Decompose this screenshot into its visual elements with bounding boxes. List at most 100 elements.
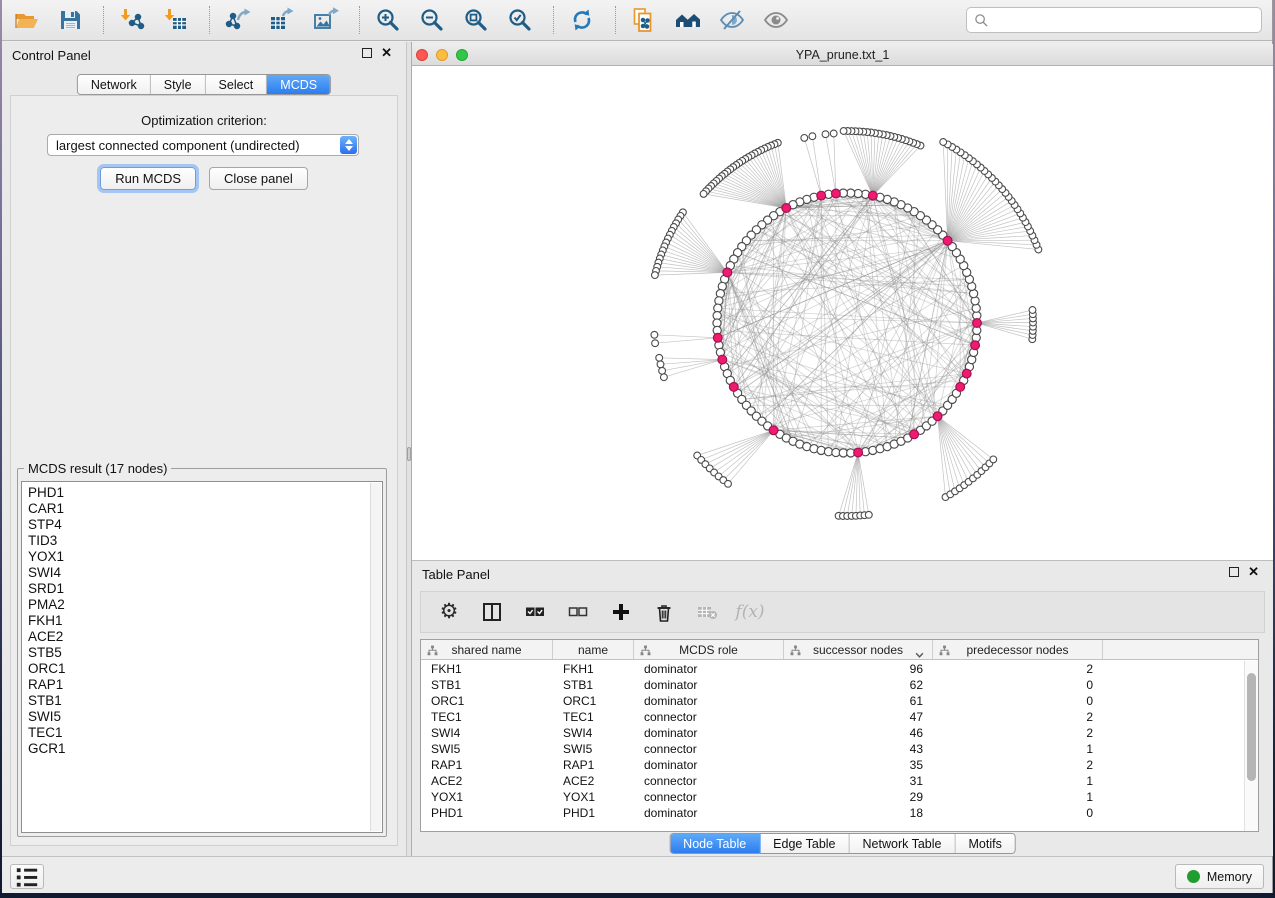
select-all-columns-icon[interactable]: [523, 600, 547, 624]
export-table-icon[interactable]: [268, 7, 295, 34]
table-cell: 2: [933, 661, 1103, 677]
hide-graphics-details-icon[interactable]: [718, 7, 745, 34]
float-table-panel-icon[interactable]: [1229, 567, 1239, 577]
table-row[interactable]: RAP1RAP1dominator352: [421, 757, 1244, 773]
mcds-result-item[interactable]: PMA2: [28, 597, 382, 613]
mcds-result-item[interactable]: STB1: [28, 693, 382, 709]
zoom-out-icon[interactable]: [418, 7, 445, 34]
column-header-shared-name[interactable]: shared name: [421, 640, 553, 659]
table-row[interactable]: STB1STB1dominator620: [421, 677, 1244, 693]
mcds-result-item[interactable]: YOX1: [28, 549, 382, 565]
split-panel-icon[interactable]: [480, 600, 504, 624]
table-panel-titlebar: Table Panel ✕: [412, 561, 1273, 587]
close-table-panel-icon[interactable]: ✕: [1248, 567, 1259, 577]
column-header-MCDS-role[interactable]: MCDS role: [634, 640, 784, 659]
mcds-result-item[interactable]: TEC1: [28, 725, 382, 741]
table-cell: 61: [784, 693, 933, 709]
table-cell: ORC1: [553, 693, 634, 709]
table-tab-edge-table[interactable]: Edge Table: [760, 834, 849, 853]
add-column-icon[interactable]: [609, 600, 633, 624]
table-scrollbar-thumb[interactable]: [1247, 673, 1256, 781]
tab-select[interactable]: Select: [206, 75, 268, 94]
table-row[interactable]: PHD1PHD1dominator180: [421, 805, 1244, 821]
import-table-icon[interactable]: [162, 7, 189, 34]
table-cell: PHD1: [553, 805, 634, 821]
mcds-result-item[interactable]: SWI4: [28, 565, 382, 581]
mcds-result-item[interactable]: STP4: [28, 517, 382, 533]
mcds-list-scrollbar[interactable]: [370, 483, 381, 831]
mcds-result-item[interactable]: ORC1: [28, 661, 382, 677]
table-row[interactable]: YOX1YOX1connector291: [421, 789, 1244, 805]
table-row[interactable]: TEC1TEC1connector472: [421, 709, 1244, 725]
table-cell: PHD1: [421, 805, 553, 821]
mcds-result-item[interactable]: SWI5: [28, 709, 382, 725]
table-cell: SWI4: [553, 725, 634, 741]
tab-style[interactable]: Style: [151, 75, 206, 94]
splitter-grip[interactable]: [407, 447, 411, 461]
table-cell: dominator: [634, 757, 784, 773]
table-cell: STB1: [421, 677, 553, 693]
table-settings-icon[interactable]: ⚙: [437, 600, 461, 624]
memory-button[interactable]: Memory: [1175, 864, 1264, 889]
mcds-result-item[interactable]: TID3: [28, 533, 382, 549]
export-image-icon[interactable]: [312, 7, 339, 34]
show-graphics-details-icon[interactable]: [762, 7, 789, 34]
copy-network-icon[interactable]: [630, 7, 657, 34]
task-history-button[interactable]: [10, 864, 44, 889]
mcds-result-item[interactable]: PHD1: [28, 485, 382, 501]
table-scrollbar[interactable]: [1244, 661, 1258, 831]
table-cell: FKH1: [421, 661, 553, 677]
float-panel-icon[interactable]: [362, 48, 372, 58]
table-cell: 62: [784, 677, 933, 693]
table-row[interactable]: SWI4SWI4dominator462: [421, 725, 1244, 741]
import-network-icon[interactable]: [118, 7, 145, 34]
control-panel-title: Control Panel: [12, 48, 91, 63]
close-panel-icon[interactable]: ✕: [381, 48, 392, 58]
optimization-criterion-select[interactable]: largest connected component (undirected): [47, 134, 359, 156]
mcds-result-item[interactable]: SRD1: [28, 581, 382, 597]
tab-network[interactable]: Network: [78, 75, 151, 94]
close-panel-button[interactable]: Close panel: [209, 167, 308, 190]
toolbar-separator: [209, 6, 210, 34]
table-cell: 0: [933, 677, 1103, 693]
table-row[interactable]: ORC1ORC1dominator610: [421, 693, 1244, 709]
unselect-all-columns-icon[interactable]: [566, 600, 590, 624]
network-view-panel: YPA_prune.txt_1: [412, 42, 1273, 560]
open-file-icon[interactable]: [12, 7, 39, 34]
zoom-fit-icon[interactable]: [462, 7, 489, 34]
refresh-view-icon[interactable]: [568, 7, 595, 34]
mcds-result-item[interactable]: ACE2: [28, 629, 382, 645]
table-row[interactable]: SWI5SWI5connector431: [421, 741, 1244, 757]
export-network-icon[interactable]: [224, 7, 251, 34]
mcds-result-item[interactable]: FKH1: [28, 613, 382, 629]
zoom-in-icon[interactable]: [374, 7, 401, 34]
namespace-icon: [939, 645, 950, 659]
save-session-icon[interactable]: [56, 7, 83, 34]
column-header-successor-nodes[interactable]: successor nodes: [784, 640, 933, 659]
mcds-result-item[interactable]: CAR1: [28, 501, 382, 517]
mcds-result-list[interactable]: PHD1CAR1STP4TID3YOX1SWI4SRD1PMA2FKH1ACE2…: [21, 481, 383, 833]
table-tab-node-table[interactable]: Node Table: [670, 834, 760, 853]
table-tab-network-table[interactable]: Network Table: [850, 834, 956, 853]
mcds-result-item[interactable]: STB5: [28, 645, 382, 661]
delete-columns-icon[interactable]: [652, 600, 676, 624]
table-cell: TEC1: [553, 709, 634, 725]
network-canvas[interactable]: [412, 66, 1273, 560]
table-cell: dominator: [634, 805, 784, 821]
mcds-result-item[interactable]: RAP1: [28, 677, 382, 693]
table-tabs: Node TableEdge TableNetwork TableMotifs: [669, 833, 1016, 854]
network-overview-icon[interactable]: [674, 7, 701, 34]
table-row[interactable]: FKH1FKH1dominator962: [421, 661, 1244, 677]
search-box[interactable]: [966, 7, 1262, 33]
tab-mcds[interactable]: MCDS: [267, 75, 330, 94]
mcds-result-item[interactable]: GCR1: [28, 741, 382, 757]
search-input[interactable]: [989, 10, 1261, 30]
column-header-predecessor-nodes[interactable]: predecessor nodes: [933, 640, 1103, 659]
table-cell: 31: [784, 773, 933, 789]
table-cell: dominator: [634, 693, 784, 709]
run-mcds-button[interactable]: Run MCDS: [100, 167, 196, 190]
zoom-selected-icon[interactable]: [506, 7, 533, 34]
column-header-name[interactable]: name: [553, 640, 634, 659]
table-row[interactable]: ACE2ACE2connector311: [421, 773, 1244, 789]
table-tab-motifs[interactable]: Motifs: [955, 834, 1014, 853]
